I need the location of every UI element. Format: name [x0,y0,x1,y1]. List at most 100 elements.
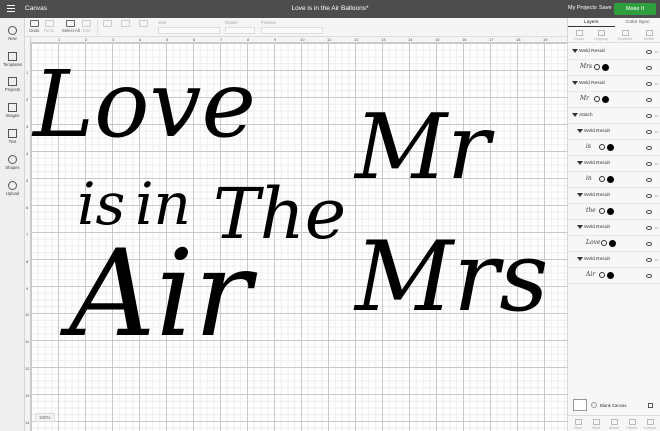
visibility-icon[interactable] [591,402,597,408]
tab-layers[interactable]: Layers [568,18,615,27]
color-swatch[interactable] [609,240,616,247]
eye-icon[interactable] [646,130,652,134]
layer-item-row[interactable]: is [568,140,660,156]
more-icon[interactable]: ••• [655,81,659,86]
layer-group-row[interactable]: Weld Result ••• [568,156,660,172]
eye-icon[interactable] [646,114,652,118]
nav-text[interactable]: Text [0,129,25,144]
layer-group-row[interactable]: Weld Result ••• [568,188,660,204]
art-mr[interactable]: Mr [355,103,490,193]
color-swatch[interactable] [602,96,609,103]
eye-icon[interactable] [646,162,652,166]
more-icon[interactable]: ••• [655,225,659,230]
chevron-down-icon[interactable] [577,257,583,261]
linetype-icon[interactable] [601,240,607,246]
color-swatch[interactable] [607,144,614,151]
chevron-down-icon[interactable] [577,193,583,197]
layer-group-row[interactable]: Weld Result ••• [568,220,660,236]
layer-item-row[interactable]: the [568,204,660,220]
nav-templates[interactable]: Templates [0,52,25,67]
redo-button[interactable]: Redo [44,20,54,33]
linetype-icon[interactable] [599,144,605,150]
group-button[interactable]: Group [570,30,588,41]
linetype-icon[interactable] [599,176,605,182]
position-input[interactable] [261,27,323,34]
save-link[interactable]: Save [599,5,612,11]
chevron-down-icon[interactable] [577,129,583,133]
select-all-button[interactable]: Select All [62,20,80,33]
attach-button[interactable]: Attach [605,419,623,430]
weld-button[interactable]: Weld [587,419,605,430]
edit-button[interactable]: Edit [82,20,91,33]
eye-icon[interactable] [646,226,652,230]
layer-item-row[interactable]: Mr [568,92,660,108]
layer-item-row[interactable]: Air [568,268,660,284]
eye-icon[interactable] [646,178,652,182]
contour-button[interactable]: Contour [641,419,659,430]
design-canvas[interactable]: 1 2 3 4 5 6 7 8 9 10 11 12 13 14 15 16 1… [25,37,567,431]
layer-item-row[interactable]: Love [568,236,660,252]
layer-item-row[interactable]: in [568,172,660,188]
more-icon[interactable]: ••• [655,113,659,118]
rotate-input[interactable] [225,27,255,34]
nav-projects[interactable]: Projects [0,77,25,92]
linetype-icon[interactable] [599,272,605,278]
chevron-down-icon[interactable] [572,49,578,53]
chevron-down-icon[interactable] [572,81,578,85]
nav-shapes[interactable]: Shapes [0,155,25,170]
eye-icon[interactable] [646,50,652,54]
eye-icon[interactable] [646,210,652,214]
chevron-down-icon[interactable] [572,113,578,117]
linetype-icon[interactable] [594,96,600,102]
flatten-button[interactable]: Flatten [623,419,641,430]
art-love[interactable]: Love [33,59,256,151]
rotate-field[interactable]: Rotate [225,20,255,34]
linetype-icon[interactable] [599,208,605,214]
blank-canvas-row[interactable]: Blank Canvas [571,398,660,414]
more-icon[interactable]: ••• [655,129,659,134]
arrange-button[interactable] [121,20,130,28]
nav-images[interactable]: Images [0,103,25,118]
size-field[interactable]: Size [158,20,220,34]
align-button[interactable] [103,20,112,28]
delete-button[interactable]: Delete [640,30,658,41]
layer-group-row[interactable]: Weld Result ••• [568,44,660,60]
eye-icon[interactable] [646,242,652,246]
color-swatch[interactable] [607,208,614,215]
eye-icon[interactable] [646,274,652,278]
chevron-down-icon[interactable] [577,225,583,229]
size-input[interactable] [158,27,220,34]
color-swatch[interactable] [602,64,609,71]
undo-button[interactable]: Undo [29,20,39,33]
linetype-icon[interactable] [594,64,600,70]
canvas-swatch[interactable] [573,399,587,411]
layer-group-row[interactable]: Weld Result ••• [568,252,660,268]
more-icon[interactable]: ••• [655,257,659,262]
chevron-down-icon[interactable] [577,161,583,165]
position-field[interactable]: Position [261,20,323,34]
nav-upload[interactable]: Upload [0,181,25,196]
layer-group-row[interactable]: Attach ••• [568,108,660,124]
eye-icon[interactable] [646,82,652,86]
nav-new[interactable]: New [0,26,25,41]
my-projects-link[interactable]: My Projects [568,5,597,11]
more-icon[interactable]: ••• [655,193,659,198]
art-mrs[interactable]: Mrs [355,229,548,325]
eye-icon[interactable] [646,146,652,150]
art-air[interactable]: Air [69,235,251,355]
canvas-settings-icon[interactable] [648,403,653,408]
flip-button[interactable] [139,20,148,28]
tab-color-sync[interactable]: Color Sync [615,18,660,27]
layer-group-row[interactable]: Weld Result ••• [568,124,660,140]
layer-group-row[interactable]: Weld Result ••• [568,76,660,92]
make-it-button[interactable]: Make It [614,3,656,15]
more-icon[interactable]: ••• [655,161,659,166]
zoom-control[interactable]: 100% [35,413,55,422]
color-swatch[interactable] [607,176,614,183]
color-swatch[interactable] [607,272,614,279]
layer-item-row[interactable]: Mrs [568,60,660,76]
eye-icon[interactable] [646,194,652,198]
eye-icon[interactable] [646,66,652,70]
eye-icon[interactable] [646,258,652,262]
eye-icon[interactable] [646,98,652,102]
